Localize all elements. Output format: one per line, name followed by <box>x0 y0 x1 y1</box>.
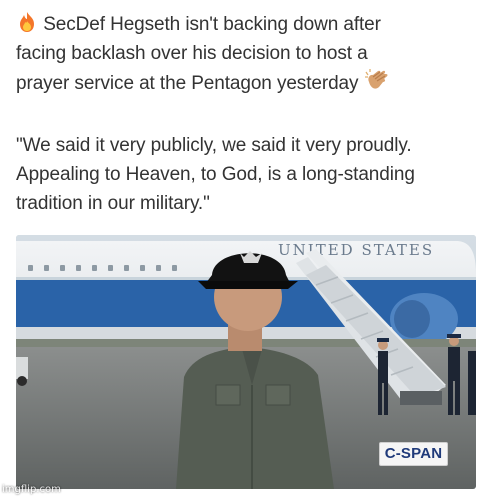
ground-vehicle <box>16 357 28 386</box>
quote-line-1: "We said it very publicly, we said it ve… <box>16 135 412 156</box>
quote-line-2: Appealing to Heaven, to God, is a long-s… <box>16 164 415 185</box>
quote-line-3: tradition in our military." <box>16 193 210 214</box>
clapping-hands-icon <box>364 68 390 101</box>
imgflip-watermark: imgflip.com <box>2 484 61 495</box>
cspan-logo: C-SPAN <box>379 442 448 466</box>
headline-line-3: prayer service at the Pentagon yesterday <box>16 68 390 101</box>
headline-line-2: facing backlash over his decision to hos… <box>16 43 368 64</box>
headline-text-1: SecDef Hegseth isn't backing down after <box>43 14 381 35</box>
aircraft-lettering: UNITED STATES <box>278 241 434 259</box>
embedded-video-still[interactable]: UNITED STATES C-SPAN <box>16 235 476 489</box>
headline-line-1: SecDef Hegseth isn't backing down after <box>16 10 381 42</box>
fire-icon <box>16 11 38 42</box>
headline-text-3: prayer service at the Pentagon yesterday <box>16 73 359 94</box>
